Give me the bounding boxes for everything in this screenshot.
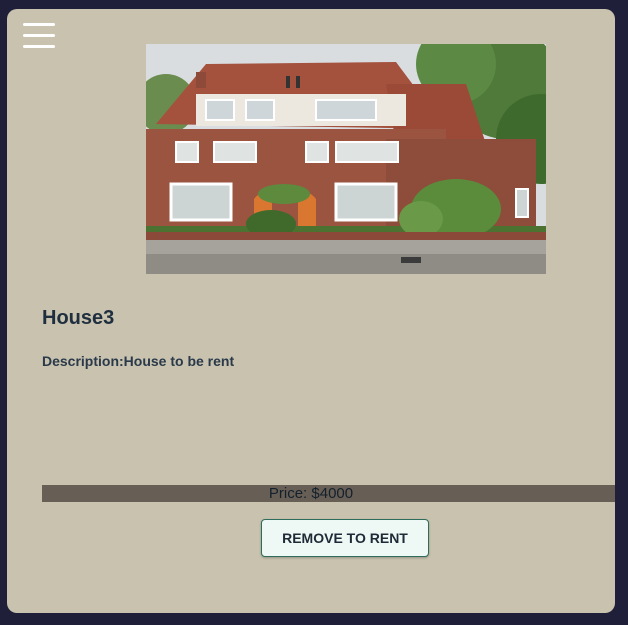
menu-line — [23, 45, 55, 48]
house-photo — [146, 44, 546, 274]
price-row: Price: $4000 — [7, 485, 615, 502]
remove-to-rent-button[interactable]: REMOVE TO RENT — [261, 519, 429, 557]
menu-line — [23, 23, 55, 26]
listing-description: Description:House to be rent — [42, 353, 235, 369]
listing-price: Price: $4000 — [268, 485, 354, 502]
listing-card: House3 Description:House to be rent Pric… — [7, 9, 615, 613]
menu-line — [23, 34, 55, 37]
hamburger-menu-icon[interactable] — [23, 23, 55, 49]
listing-title: House3 — [42, 307, 115, 329]
